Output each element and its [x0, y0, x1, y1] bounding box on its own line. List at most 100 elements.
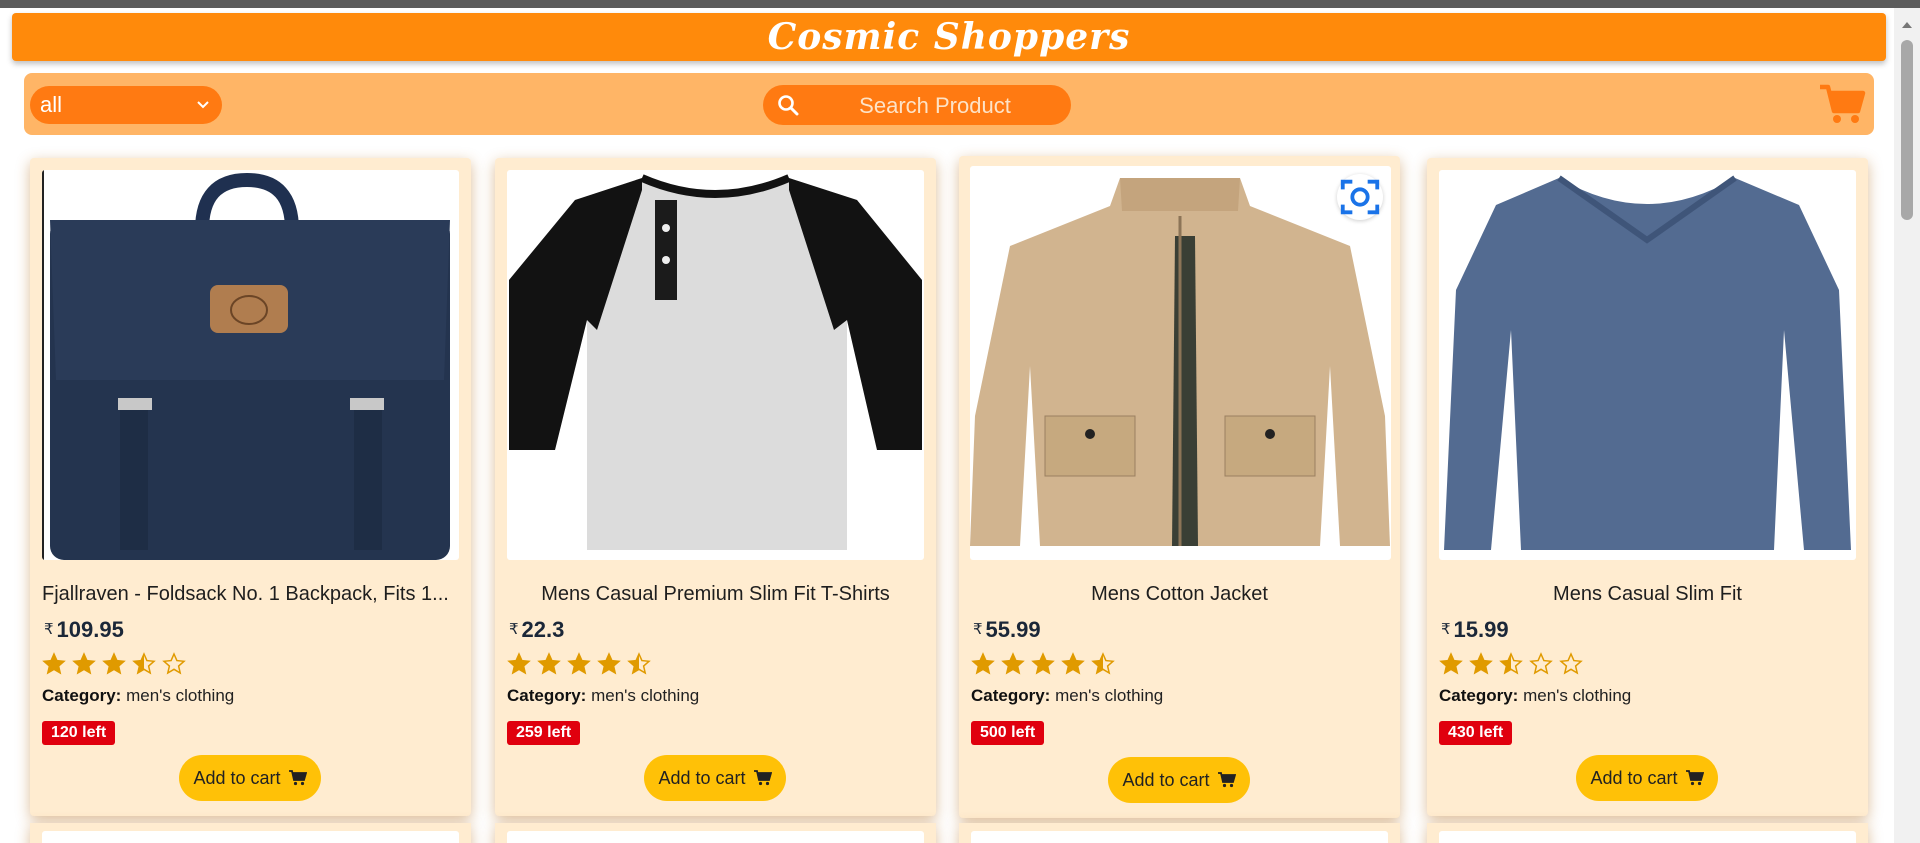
- product-image[interactable]: [970, 166, 1391, 560]
- site-header: Cosmic Shoppers: [12, 13, 1886, 61]
- product-price: ₹ 22.3: [509, 617, 564, 643]
- product-price: ₹ 15.99: [1441, 617, 1509, 643]
- star-empty-icon: [1559, 652, 1583, 675]
- rating-stars: [1439, 652, 1583, 676]
- stock-badge: 120 left: [42, 721, 116, 745]
- category-value: men's clothing: [591, 686, 700, 705]
- currency-symbol: ₹: [973, 621, 983, 638]
- cart-icon: [753, 770, 772, 786]
- search-input[interactable]: [813, 91, 1057, 121]
- product-price: ₹ 55.99: [973, 617, 1041, 643]
- product-card-next-row: [959, 823, 1400, 843]
- star-full-icon: [1031, 652, 1055, 675]
- category-label: Category:: [42, 686, 122, 705]
- stock-badge: 430 left: [1439, 721, 1513, 745]
- add-to-cart-button[interactable]: Add to cart: [1576, 755, 1718, 801]
- category-label: Category:: [971, 686, 1051, 705]
- price-value: 109.95: [56, 617, 124, 642]
- currency-symbol: ₹: [1441, 621, 1451, 638]
- currency-symbol: ₹: [509, 621, 519, 638]
- add-to-cart-button[interactable]: Add to cart: [1108, 757, 1250, 803]
- category-value: men's clothing: [1523, 686, 1632, 705]
- product-image[interactable]: [507, 831, 924, 843]
- chevron-down-icon: [197, 101, 209, 109]
- category-value: men's clothing: [126, 686, 235, 705]
- price-value: 15.99: [1453, 617, 1509, 642]
- backpack-image: [42, 170, 450, 560]
- star-full-icon: [971, 652, 995, 675]
- rating-stars: [507, 652, 651, 676]
- scrollbar-thumb[interactable]: [1901, 40, 1913, 220]
- add-to-cart-label: Add to cart: [658, 767, 746, 788]
- product-title[interactable]: Mens Cotton Jacket: [971, 583, 1388, 613]
- star-full-icon: [1469, 652, 1493, 675]
- price-value: 55.99: [985, 617, 1041, 642]
- price-value: 22.3: [521, 617, 565, 642]
- star-half-icon: [132, 652, 156, 675]
- product-category: Category: men's clothing: [1439, 686, 1631, 706]
- category-label: Category:: [507, 686, 587, 705]
- star-full-icon: [1439, 652, 1463, 675]
- product-category: Category: men's clothing: [971, 686, 1163, 706]
- star-full-icon: [1001, 652, 1025, 675]
- product-price: ₹ 109.95: [44, 617, 124, 643]
- add-to-cart-label: Add to cart: [1122, 769, 1210, 790]
- cart-icon: [288, 770, 307, 786]
- cart-icon: [1217, 772, 1236, 788]
- product-category: Category: men's clothing: [42, 686, 234, 706]
- product-image[interactable]: [42, 831, 459, 843]
- category-select-value: all: [40, 92, 63, 117]
- star-full-icon: [597, 652, 621, 675]
- rating-stars: [42, 652, 186, 676]
- star-full-icon: [72, 652, 96, 675]
- product-card: Mens Cotton Jacket ₹ 55.99 Category: men…: [959, 156, 1400, 818]
- brand-title: Cosmic Shoppers: [767, 16, 1131, 58]
- product-grid: Fjallraven - Foldsack No. 1 Backpack, Fi…: [0, 153, 1894, 843]
- rating-stars: [971, 652, 1115, 676]
- product-card-next-row: [1427, 823, 1868, 843]
- category-label: Category:: [1439, 686, 1519, 705]
- jacket-image: [970, 178, 1390, 546]
- product-image[interactable]: [1439, 170, 1856, 560]
- product-card-next-row: [495, 823, 936, 843]
- star-half-icon: [1499, 652, 1523, 675]
- product-card: Fjallraven - Foldsack No. 1 Backpack, Fi…: [30, 158, 471, 816]
- add-to-cart-button[interactable]: Add to cart: [179, 755, 321, 801]
- product-image[interactable]: [971, 831, 1388, 843]
- star-full-icon: [537, 652, 561, 675]
- star-full-icon: [507, 652, 531, 675]
- star-half-icon: [1091, 652, 1115, 675]
- star-half-icon: [627, 652, 651, 675]
- stock-badge: 259 left: [507, 721, 581, 745]
- visual-search-icon[interactable]: [1337, 174, 1383, 220]
- tshirt-image: [509, 174, 922, 550]
- product-title[interactable]: Mens Casual Slim Fit: [1439, 583, 1856, 613]
- scroll-up-arrow-icon[interactable]: [1902, 22, 1912, 28]
- scrollbar[interactable]: [1894, 8, 1920, 843]
- toolbar: all: [24, 73, 1874, 135]
- star-empty-icon: [162, 652, 186, 675]
- page: Cosmic Shoppers all Search Product Fjall…: [0, 8, 1894, 843]
- search-bar[interactable]: [763, 85, 1071, 125]
- add-to-cart-button[interactable]: Add to cart: [644, 755, 786, 801]
- star-full-icon: [102, 652, 126, 675]
- add-to-cart-label: Add to cart: [193, 767, 281, 788]
- star-full-icon: [42, 652, 66, 675]
- add-to-cart-label: Add to cart: [1590, 767, 1678, 788]
- star-full-icon: [567, 652, 591, 675]
- cart-icon: [1685, 770, 1704, 786]
- product-image[interactable]: [1439, 831, 1856, 843]
- category-select[interactable]: all: [30, 86, 222, 124]
- product-card: Mens Casual Premium Slim Fit T-Shirts ₹ …: [495, 158, 936, 816]
- product-category: Category: men's clothing: [507, 686, 699, 706]
- search-icon: [778, 95, 799, 116]
- stock-badge: 500 left: [971, 721, 1045, 745]
- product-title[interactable]: Mens Casual Premium Slim Fit T-Shirts: [507, 583, 924, 613]
- category-value: men's clothing: [1055, 686, 1164, 705]
- product-image[interactable]: [507, 170, 924, 560]
- product-card: Mens Casual Slim Fit ₹ 15.99 Category: m…: [1427, 158, 1868, 816]
- cart-icon[interactable]: [1818, 83, 1866, 125]
- product-title[interactable]: Fjallraven - Foldsack No. 1 Backpack, Fi…: [42, 583, 459, 613]
- currency-symbol: ₹: [44, 621, 54, 638]
- product-image[interactable]: [42, 170, 459, 560]
